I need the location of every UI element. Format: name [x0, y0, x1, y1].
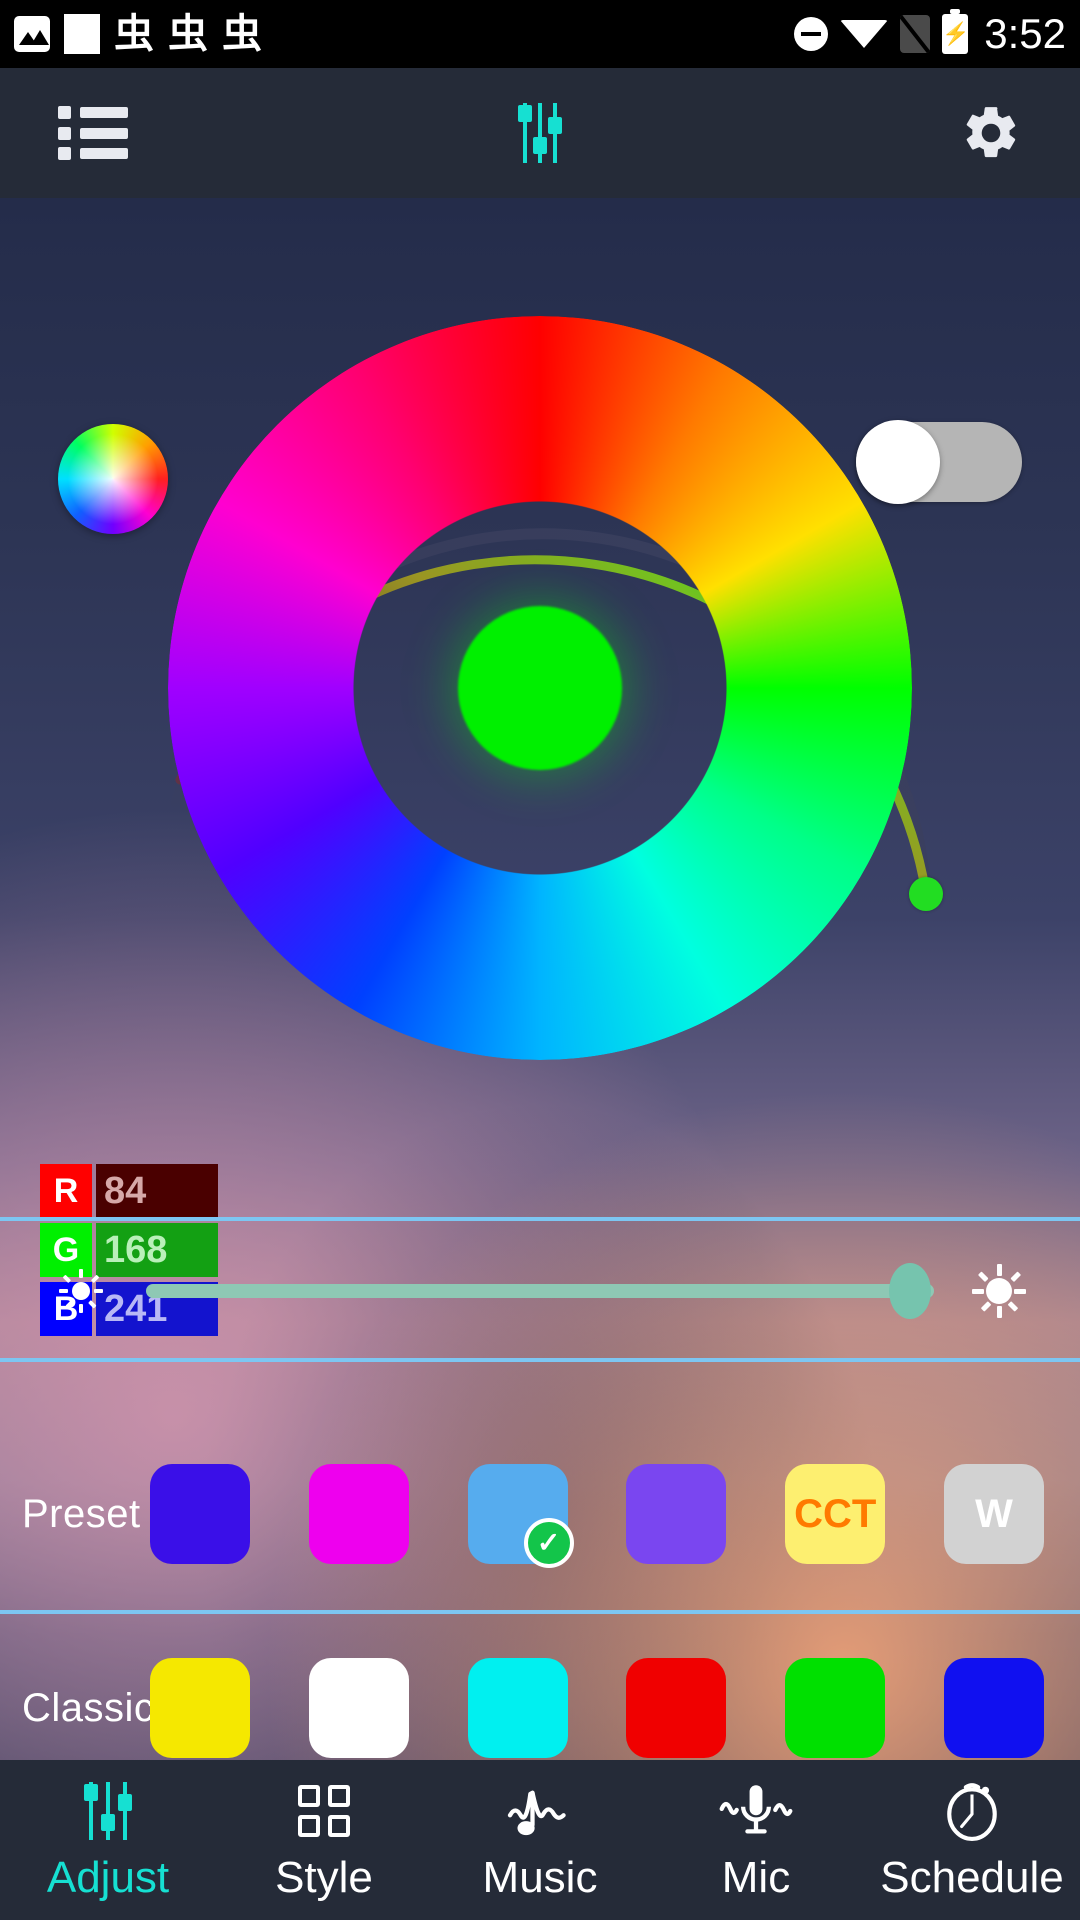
nav-item-style[interactable]: Style — [216, 1760, 432, 1920]
classic-red[interactable] — [626, 1658, 727, 1758]
nav-item-music[interactable]: Music — [432, 1760, 648, 1920]
sim-off-icon — [900, 15, 931, 53]
divider-mid — [0, 1358, 1080, 1362]
battery-charging-icon — [942, 9, 969, 54]
music-note-wave-icon — [504, 1780, 576, 1842]
app-bar — [0, 68, 1080, 198]
wifi-icon — [840, 20, 889, 48]
classic-yellow[interactable] — [150, 1658, 250, 1758]
selected-color-preview — [458, 606, 622, 770]
list-icon — [58, 106, 130, 160]
rgb-key-r: R — [40, 1164, 92, 1218]
nav-item-schedule[interactable]: Schedule — [864, 1760, 1080, 1920]
grid-icon — [298, 1780, 350, 1842]
classic-row: Classic — [0, 1622, 1080, 1760]
brightness-high-icon — [972, 1264, 1026, 1318]
classic-blue[interactable] — [943, 1658, 1044, 1758]
preset-cct[interactable]: CCT — [785, 1464, 886, 1564]
glyph-icon-3: 虫 — [222, 11, 262, 57]
classic-label: Classic — [22, 1685, 155, 1730]
classic-green[interactable] — [785, 1658, 886, 1758]
nav-label-adjust: Adjust — [46, 1853, 170, 1902]
check-icon: ✓ — [523, 1518, 574, 1568]
nav-label-schedule: Schedule — [880, 1853, 1064, 1902]
preset-swatches: ✓ CCT W — [150, 1464, 1080, 1568]
nav-item-mic[interactable]: Mic — [648, 1760, 864, 1920]
nav-label-style: Style — [275, 1853, 373, 1902]
status-bar: 虫 虫 虫 3:52 — [0, 0, 1080, 68]
app-root: 虫 虫 虫 3:52 — [0, 0, 1080, 1920]
divider-bottom — [0, 1610, 1080, 1614]
preset-blue-violet[interactable] — [150, 1464, 250, 1564]
classic-cyan[interactable] — [467, 1658, 568, 1758]
app-bar-menu-button[interactable] — [0, 68, 379, 198]
nav-item-adjust[interactable]: Adjust — [0, 1760, 216, 1920]
rgb-row-r: R 84 — [40, 1164, 218, 1218]
preset-sky-blue[interactable]: ✓ — [467, 1464, 574, 1568]
status-bar-clock: 3:52 — [984, 10, 1066, 57]
hue-arc-handle[interactable] — [909, 877, 943, 911]
sliders-icon — [84, 1780, 132, 1842]
gear-icon — [960, 102, 1022, 164]
image-icon — [14, 16, 50, 52]
app-bar-settings-button[interactable] — [701, 68, 1080, 198]
glyph-icon-1: 虫 — [114, 11, 154, 57]
glyph-icon-2: 虫 — [168, 11, 208, 57]
status-bar-right-icons: 3:52 — [794, 9, 1066, 58]
do-not-disturb-icon — [794, 17, 829, 51]
nav-label-mic: Mic — [721, 1853, 791, 1902]
brightness-slider[interactable] — [146, 1261, 934, 1321]
rgb-value-r: 84 — [96, 1164, 218, 1218]
brightness-slider-row — [0, 1221, 1080, 1361]
preset-magenta[interactable] — [308, 1464, 409, 1564]
color-picker[interactable] — [0, 198, 1080, 1208]
white-square-icon — [64, 14, 100, 54]
bottom-navigation: Adjust Style Music Mic Schedule — [0, 1760, 1080, 1920]
sliders-icon — [517, 103, 562, 163]
app-bar-title-icon — [379, 68, 700, 198]
classic-swatches — [150, 1658, 1080, 1758]
brightness-low-icon — [54, 1264, 108, 1318]
microphone-wave-icon — [716, 1780, 796, 1842]
stopwatch-icon — [940, 1780, 1004, 1842]
brightness-thumb[interactable] — [889, 1263, 932, 1319]
preset-row: Preset ✓ CCT W — [0, 1428, 1080, 1600]
status-bar-left-icons: 虫 虫 虫 — [14, 14, 262, 54]
preset-label: Preset — [22, 1491, 141, 1536]
preset-purple[interactable] — [626, 1464, 727, 1564]
brightness-track — [146, 1284, 934, 1298]
preset-white[interactable]: W — [943, 1464, 1044, 1564]
classic-white[interactable] — [308, 1658, 409, 1758]
nav-label-music: Music — [482, 1853, 598, 1902]
main-content: R 84 G 168 B 241 Preset ✓ CCT W Classic — [0, 198, 1080, 1760]
